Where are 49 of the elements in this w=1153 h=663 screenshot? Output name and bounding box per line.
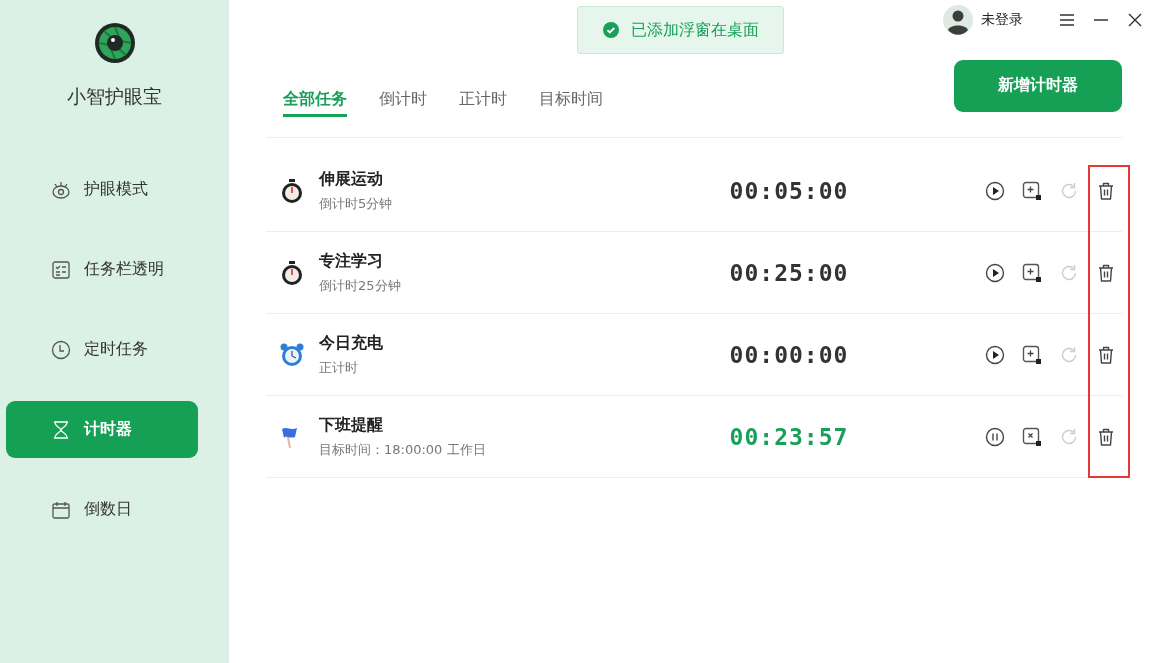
sidebar-item[interactable]: 护眼模式 [5,161,198,218]
login-status[interactable]: 未登录 [981,11,1023,29]
task-subtitle: 正计时 [319,358,359,377]
task-subtitle: 倒计时5分钟 [319,194,394,213]
app-name: 小智护眼宝 [67,84,162,109]
toast-text: 已添加浮窗在桌面 [630,19,759,41]
new-timer-button[interactable]: 新增计时器 [954,59,1122,112]
task-title: 下班提醒 [319,414,384,436]
delete-icon[interactable] [1096,344,1116,365]
play-icon[interactable] [985,180,1005,201]
checklist-icon [50,259,71,280]
close-icon[interactable] [1127,12,1143,28]
sidebar-item[interactable]: 计时器 [5,401,198,458]
check-circle-icon [602,22,619,38]
task-title: 专注学习 [319,250,384,272]
delete-icon[interactable] [1096,426,1116,447]
delete-icon[interactable] [1096,180,1116,201]
remove-float-icon[interactable] [1022,426,1042,447]
tab[interactable]: 全部任务 [283,80,347,117]
task-title: 今日充电 [319,332,384,354]
task-subtitle: 倒计时25分钟 [319,276,402,295]
sidebar-item[interactable]: 任务栏透明 [5,241,198,298]
clock-icon [50,339,71,360]
calendar-icon [50,499,71,520]
timer-display: 00:23:57 [728,423,850,450]
sidebar-item[interactable]: 倒数日 [5,481,198,538]
timer-display: 00:05:00 [728,177,850,204]
avatar-icon[interactable] [943,5,973,35]
tab[interactable]: 目标时间 [539,80,603,117]
sidebar-item[interactable]: 定时任务 [5,321,198,378]
tab[interactable]: 正计时 [459,80,507,117]
task-subtitle: 目标时间：18:00:00 工作日 [319,440,487,459]
alarm-clock-icon [279,341,305,368]
add-float-icon[interactable] [1022,180,1042,201]
play-icon[interactable] [985,344,1005,365]
add-float-icon[interactable] [1022,262,1042,283]
timer-display: 00:25:00 [728,259,850,286]
task-title: 伸展运动 [319,168,384,190]
eye-icon [50,179,71,200]
play-icon[interactable] [985,262,1005,283]
menu-icon[interactable] [1059,12,1075,28]
stopwatch-icon [279,177,305,204]
delete-icon[interactable] [1096,262,1116,283]
stopwatch-icon [279,259,305,286]
tab[interactable]: 倒计时 [379,80,427,117]
timer-display: 00:00:00 [728,341,850,368]
pause-icon[interactable] [985,426,1005,447]
add-float-icon[interactable] [1022,344,1042,365]
logo-icon [93,22,136,64]
